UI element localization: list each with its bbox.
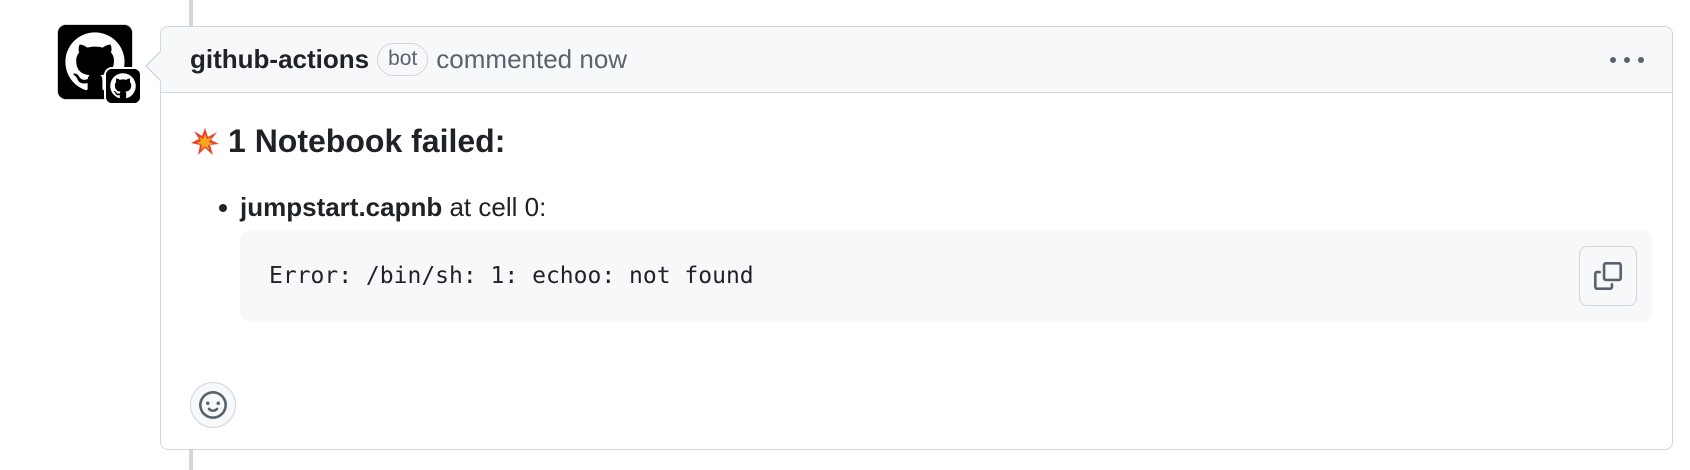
comment-timestamp[interactable]: commented now [436,44,627,75]
comment-box: github-actions bot commented now 1 Noteb… [145,26,1673,450]
kebab-dot [1624,57,1630,63]
app-badge [104,67,142,105]
copy-button[interactable] [1579,246,1637,306]
list-item: jumpstart.capnb at cell 0: Error: /bin/s… [219,192,1652,321]
comment-heading: 1 Notebook failed: [190,123,1643,160]
code-block: Error: /bin/sh: 1: echoo: not found [240,231,1652,321]
failure-list: jumpstart.capnb at cell 0: Error: /bin/s… [190,192,1652,321]
github-mark-icon [106,69,140,103]
collision-icon [190,127,220,157]
comment-header: github-actions bot commented now [161,27,1672,93]
bot-badge: bot [377,43,429,76]
kebab-dot [1638,57,1644,63]
notebook-filename: jumpstart.capnb [240,192,443,222]
copy-icon [1594,262,1622,290]
author-avatar-group[interactable] [58,25,142,105]
error-code: Error: /bin/sh: 1: echoo: not found [269,263,754,289]
comment-caret-inner [147,51,162,81]
author-link[interactable]: github-actions [190,44,369,75]
heading-text: 1 Notebook failed: [228,123,506,159]
comment-options-button[interactable] [1610,49,1644,71]
smiley-icon [199,391,227,419]
kebab-dot [1610,57,1616,63]
comment-body: 1 Notebook failed: jumpstart.capnb at ce… [161,123,1672,321]
add-reaction-button[interactable] [190,382,236,428]
cell-location: at cell 0: [442,192,547,222]
